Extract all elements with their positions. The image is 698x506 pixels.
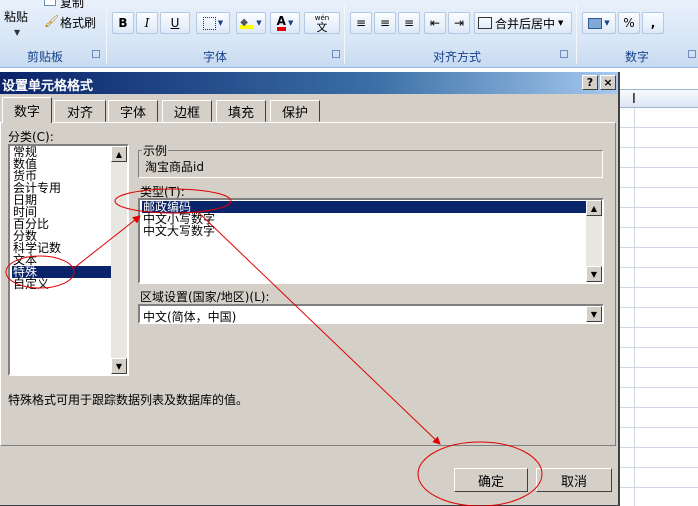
- merge-icon: [478, 17, 492, 29]
- align-left-button[interactable]: ≡: [350, 12, 372, 34]
- format-cells-dialog: 设置单元格格式 ? × 数字 对齐 字体 边框 填充 保护 分类(C): 常规 …: [0, 72, 620, 506]
- ok-button[interactable]: 确定: [454, 468, 528, 492]
- fill-bucket-icon: ◆: [240, 17, 255, 29]
- phonetic-icon: 文: [316, 21, 328, 34]
- clipboard-launcher-icon[interactable]: [92, 50, 100, 58]
- font-group-label: 字体: [202, 50, 227, 64]
- tab-border[interactable]: 边框: [162, 100, 212, 122]
- decrease-indent-button[interactable]: ⇤: [424, 12, 446, 34]
- tab-font[interactable]: 字体: [108, 100, 158, 122]
- tab-number[interactable]: 数字: [2, 97, 52, 123]
- scroll-down-icon[interactable]: ▼: [586, 266, 602, 282]
- category-list[interactable]: 常规 数值 货币 会计专用 日期 时间 百分比 分数 科学记数 文本 特殊 自定…: [8, 144, 129, 376]
- font-color-icon: A: [276, 15, 286, 31]
- italic-button[interactable]: I: [136, 12, 158, 34]
- fill-color-button[interactable]: ◆ ▼: [236, 12, 266, 34]
- paste-dropdown-icon[interactable]: ▼: [14, 28, 20, 37]
- locale-select[interactable]: 中文(简体，中国) ▼: [138, 304, 604, 324]
- alignment-group-label: 对齐方式: [432, 50, 481, 64]
- tab-alignment[interactable]: 对齐: [54, 100, 106, 122]
- worksheet[interactable]: I: [620, 68, 698, 506]
- list-item[interactable]: 自定义: [12, 278, 49, 290]
- alignment-launcher-icon[interactable]: [560, 50, 568, 58]
- borders-icon: [202, 16, 216, 30]
- cancel-button[interactable]: 取消: [536, 468, 612, 492]
- sample-value: 淘宝商品id: [145, 160, 204, 174]
- close-button[interactable]: ×: [600, 75, 616, 90]
- locale-value: 中文(简体，中国): [143, 310, 237, 324]
- merge-center-label: 合并后居中: [495, 16, 556, 31]
- accounting-format-button[interactable]: ▼: [582, 12, 616, 34]
- clipboard-group-label: 剪贴板: [26, 50, 63, 64]
- format-painter-button[interactable]: 格式刷: [60, 14, 96, 31]
- percent-button[interactable]: %: [618, 12, 640, 34]
- dialog-title: 设置单元格格式: [2, 79, 94, 94]
- font-color-button[interactable]: A ▼: [270, 12, 300, 34]
- type-scrollbar[interactable]: ▲ ▼: [586, 200, 602, 282]
- number-launcher-icon[interactable]: [688, 50, 696, 58]
- category-scrollbar[interactable]: ▲ ▼: [111, 146, 127, 374]
- cell-grid[interactable]: [620, 108, 698, 506]
- tab-fill[interactable]: 填充: [216, 100, 266, 122]
- locale-label: 区域设置(国家/地区)(L):: [140, 290, 270, 304]
- dropdown-icon[interactable]: ▼: [586, 306, 602, 322]
- category-label: 分类(C):: [8, 130, 54, 144]
- bold-button[interactable]: B: [112, 12, 134, 34]
- copy-button[interactable]: 复制: [60, 0, 84, 11]
- underline-button[interactable]: U: [160, 12, 190, 34]
- borders-button[interactable]: ▼: [196, 12, 230, 34]
- separator: [576, 4, 577, 64]
- sample-box: 淘宝商品id: [138, 150, 603, 178]
- format-painter-icon: 🖌: [44, 14, 60, 28]
- paste-button[interactable]: 粘贴: [4, 8, 28, 25]
- dialog-titlebar[interactable]: 设置单元格格式 ? ×: [0, 72, 618, 94]
- scroll-up-icon[interactable]: ▲: [586, 200, 602, 216]
- merge-center-button[interactable]: 合并后居中 ▼: [474, 12, 572, 34]
- format-description: 特殊格式可用于跟踪数据列表及数据库的值。: [8, 393, 249, 407]
- font-launcher-icon[interactable]: [332, 50, 340, 58]
- type-list[interactable]: 邮政编码 中文小写数字 中文大写数字 ▲ ▼: [138, 198, 604, 284]
- number-group-label: 数字: [624, 50, 649, 64]
- ribbon: 粘贴 ▼ 复制 🖌 格式刷 剪贴板 B I U ▼ ◆ ▼ A ▼ wén 文 字体…: [0, 0, 698, 68]
- comma-button[interactable]: ,: [642, 12, 664, 34]
- sample-label: 示例: [142, 142, 169, 159]
- currency-icon: [588, 17, 603, 29]
- separator: [344, 4, 345, 64]
- tab-protection[interactable]: 保护: [270, 100, 320, 122]
- align-center-button[interactable]: ≡: [374, 12, 396, 34]
- formula-bar[interactable]: [620, 68, 698, 90]
- list-item[interactable]: 中文大写数字: [142, 225, 215, 237]
- phonetic-button[interactable]: wén 文: [304, 12, 340, 34]
- scroll-down-icon[interactable]: ▼: [111, 358, 127, 374]
- increase-indent-button[interactable]: ⇥: [448, 12, 470, 34]
- separator: [106, 4, 107, 64]
- help-button[interactable]: ?: [582, 75, 598, 90]
- align-right-button[interactable]: ≡: [398, 12, 420, 34]
- scroll-up-icon[interactable]: ▲: [111, 146, 127, 162]
- copy-icon: [44, 0, 56, 6]
- text-cursor-icon: I: [632, 92, 636, 107]
